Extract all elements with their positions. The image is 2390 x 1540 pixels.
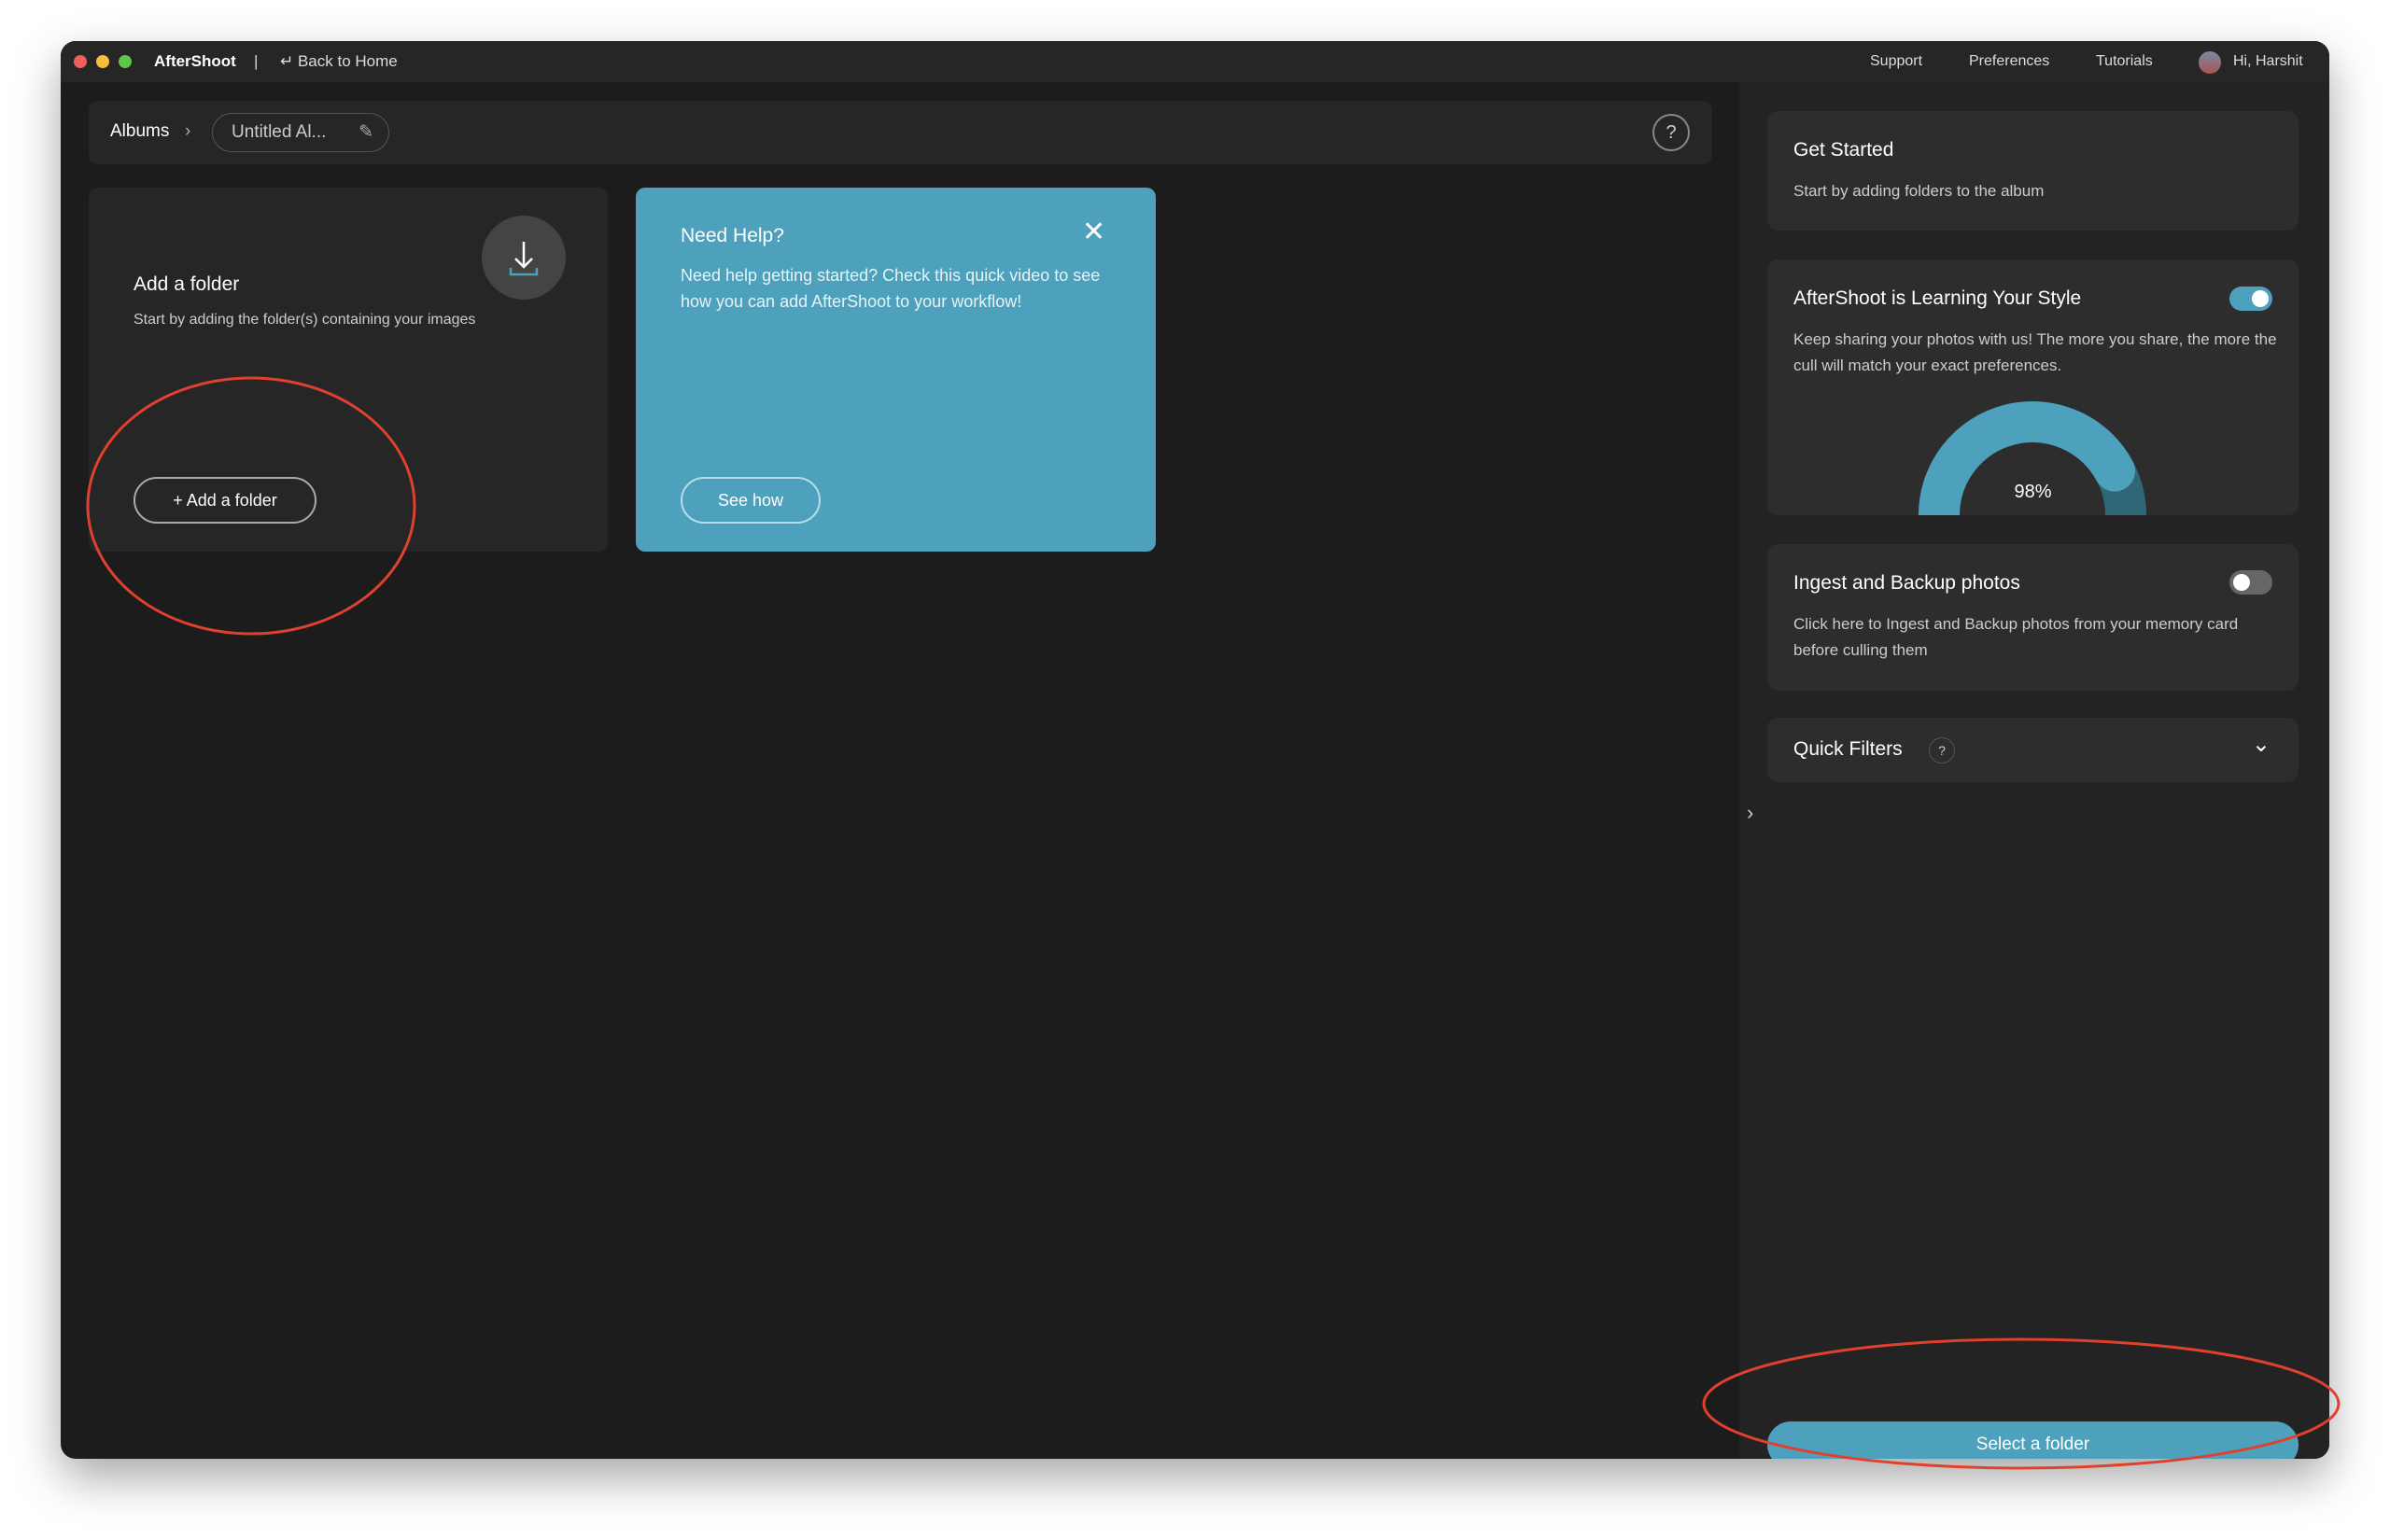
add-folder-description: Start by adding the folder(s) containing…: [134, 312, 476, 328]
ingest-backup-toggle[interactable]: [2229, 570, 2272, 595]
select-folder-button[interactable]: Select a folder: [1767, 1421, 2299, 1459]
ingest-backup-title: Ingest and Backup photos: [1793, 572, 2020, 594]
breadcrumb-albums[interactable]: Albums: [110, 121, 169, 142]
quick-filters-title: Quick Filters: [1793, 738, 1903, 760]
album-name: Untitled Al...: [232, 122, 327, 142]
chevron-right-icon: ›: [185, 121, 191, 141]
learning-progress-gauge: [1919, 401, 2146, 515]
ingest-backup-card[interactable]: Ingest and Backup photos Click here to I…: [1767, 544, 2299, 691]
app-name: AfterShoot: [154, 52, 236, 70]
nav-support[interactable]: Support: [1870, 53, 1922, 70]
close-icon[interactable]: ✕: [1082, 216, 1105, 248]
minimize-window-button[interactable]: [96, 55, 109, 68]
download-icon[interactable]: [482, 216, 566, 300]
user-greeting[interactable]: Hi, Harshit: [2233, 53, 2303, 70]
avatar[interactable]: [2199, 51, 2221, 74]
title-separator: |: [254, 52, 259, 70]
album-name-field[interactable]: Untitled Al... ✎: [212, 113, 389, 152]
chevron-down-icon[interactable]: ⌄: [2252, 731, 2270, 758]
quick-filters-section[interactable]: Quick Filters ? ⌄: [1767, 718, 2299, 782]
breadcrumb: Albums › Untitled Al... ✎ ?: [89, 101, 1712, 164]
right-sidebar: › Get Started Start by adding folders to…: [1739, 82, 2329, 1459]
collapse-sidebar-chevron-icon[interactable]: ›: [1747, 801, 1753, 825]
need-help-card: Need Help? ✕ Need help getting started? …: [636, 188, 1156, 552]
add-folder-title: Add a folder: [134, 273, 240, 295]
need-help-description: Need help getting started? Check this qu…: [681, 266, 1101, 311]
get-started-card: Get Started Start by adding folders to t…: [1767, 111, 2299, 231]
need-help-title: Need Help?: [681, 225, 784, 246]
add-folder-card: Add a folder Start by adding the folder(…: [89, 188, 608, 552]
get-started-title: Get Started: [1793, 139, 1894, 161]
app-window: AfterShoot | ↵ Back to Home Support Pref…: [61, 41, 2329, 1459]
edit-pencil-icon[interactable]: ✎: [358, 121, 373, 143]
close-window-button[interactable]: [74, 55, 87, 68]
title-bar: AfterShoot | ↵ Back to Home Support Pref…: [61, 41, 2329, 82]
nav-preferences[interactable]: Preferences: [1969, 53, 2049, 70]
learning-progress-label: 98%: [2014, 482, 2052, 502]
help-button[interactable]: ?: [1652, 114, 1690, 151]
get-started-description: Start by adding folders to the album: [1793, 182, 2045, 200]
maximize-window-button[interactable]: [119, 55, 132, 68]
see-how-button[interactable]: See how: [681, 477, 821, 524]
learning-style-card: AfterShoot is Learning Your Style Keep s…: [1767, 259, 2299, 515]
quick-filters-help-icon[interactable]: ?: [1929, 737, 1955, 763]
back-to-home-link[interactable]: ↵ Back to Home: [280, 52, 398, 71]
nav-tutorials[interactable]: Tutorials: [2096, 53, 2153, 70]
ingest-backup-description: Click here to Ingest and Backup photos f…: [1793, 615, 2239, 659]
add-folder-button[interactable]: + Add a folder: [134, 477, 316, 524]
